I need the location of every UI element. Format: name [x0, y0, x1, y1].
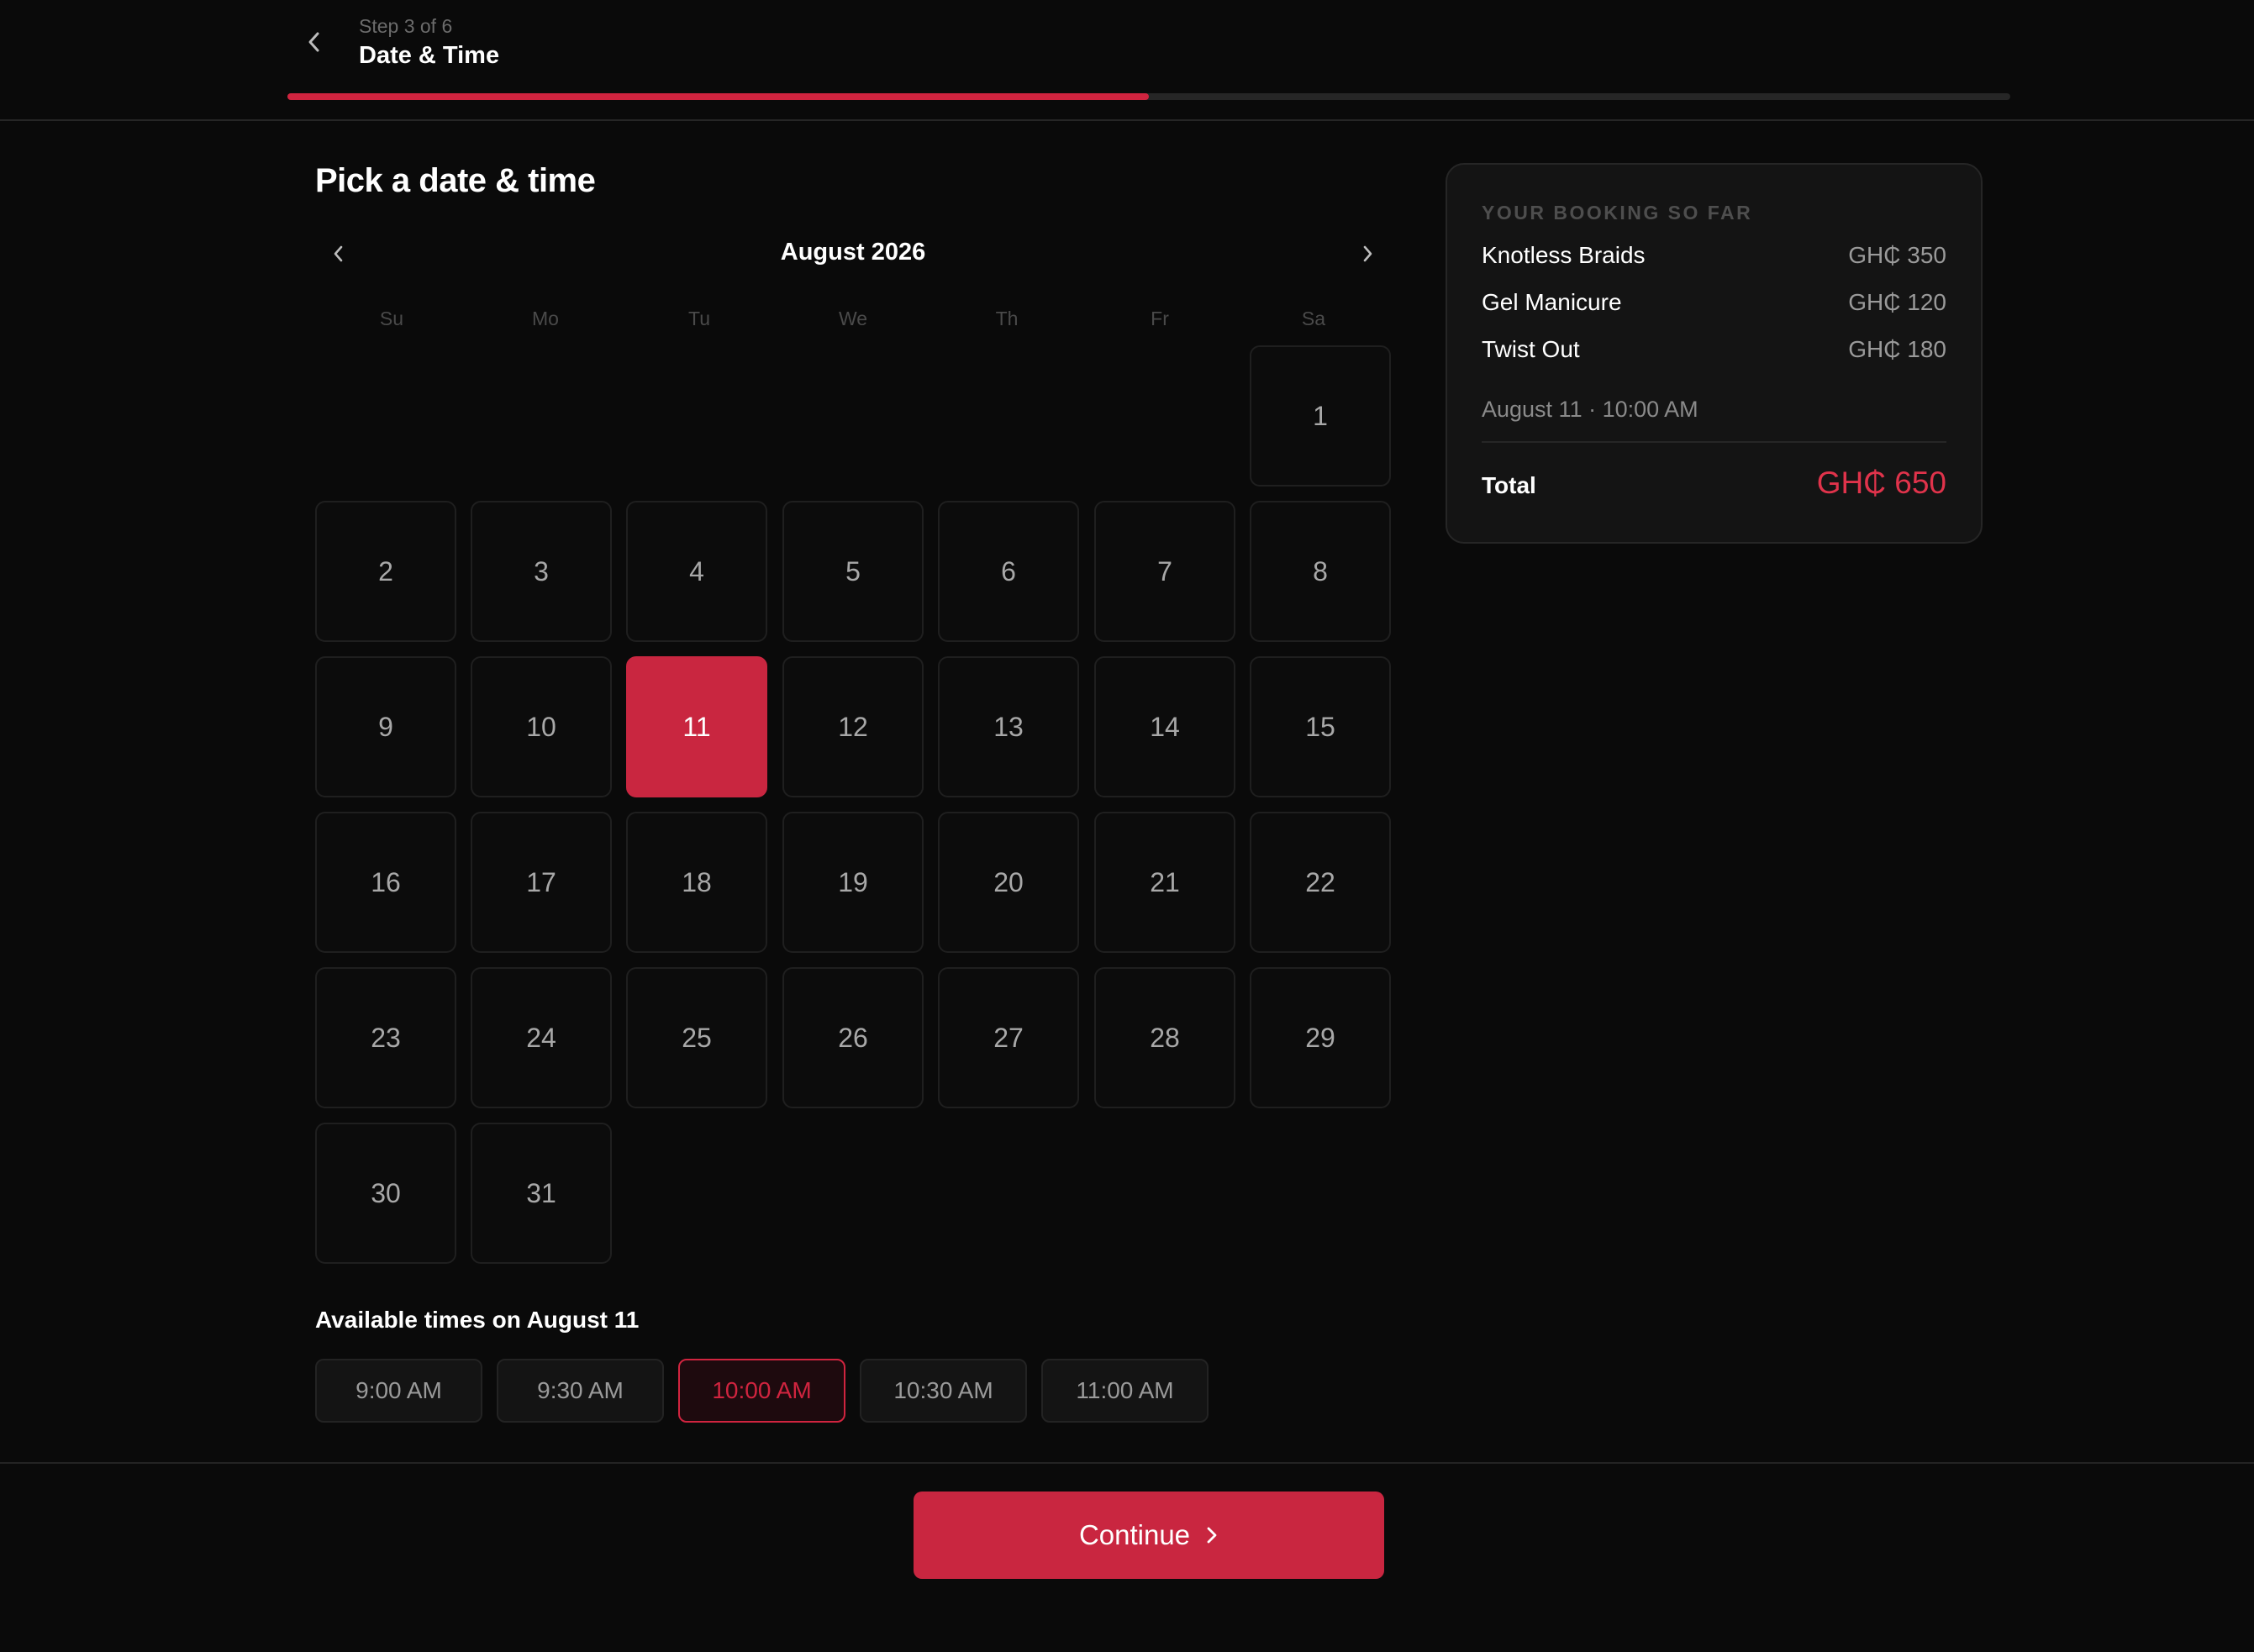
- calendar-day[interactable]: 13: [938, 656, 1079, 797]
- step-indicator: Step 3 of 6: [359, 15, 453, 37]
- summary-item-name: Gel Manicure: [1482, 289, 1622, 315]
- weekday-label: We: [838, 308, 868, 329]
- calendar-day[interactable]: 29: [1250, 967, 1391, 1108]
- summary-item-name: Twist Out: [1482, 336, 1580, 362]
- summary-item: Gel Manicure GH₵ 120: [1482, 289, 1946, 323]
- summary-item-price: GH₵ 180: [1848, 336, 1946, 362]
- time-slot-selected[interactable]: 10:00 AM: [678, 1359, 845, 1423]
- calendar-day[interactable]: 1: [1250, 345, 1391, 487]
- summary-divider: [1482, 441, 1946, 443]
- continue-label: Continue: [1078, 1519, 1191, 1550]
- chevron-right-icon: [1207, 1527, 1217, 1544]
- calendar-day[interactable]: 28: [1094, 967, 1235, 1108]
- calendar-day[interactable]: 30: [315, 1123, 456, 1264]
- available-times-title: Available times on August 11: [315, 1307, 640, 1333]
- calendar-day[interactable]: 25: [626, 967, 767, 1108]
- summary-item: Knotless Braids GH₵ 350: [1482, 242, 1946, 276]
- calendar-day[interactable]: 23: [315, 967, 456, 1108]
- prev-month-button[interactable]: [322, 237, 355, 271]
- calendar-day[interactable]: 7: [1094, 501, 1235, 642]
- calendar-day[interactable]: 14: [1094, 656, 1235, 797]
- step-title: Date & Time: [359, 42, 500, 69]
- calendar-day[interactable]: 15: [1250, 656, 1391, 797]
- chevron-left-icon: [308, 32, 319, 52]
- calendar-day[interactable]: 17: [471, 812, 612, 953]
- calendar-day[interactable]: 24: [471, 967, 612, 1108]
- time-slot[interactable]: 9:30 AM: [497, 1359, 664, 1423]
- calendar-day[interactable]: 9: [315, 656, 456, 797]
- weekday-label: Su: [379, 308, 404, 329]
- summary-item-name: Knotless Braids: [1482, 242, 1646, 268]
- calendar-day-selected[interactable]: 11: [626, 656, 767, 797]
- calendar-day[interactable]: 3: [471, 501, 612, 642]
- weekday-label: Mo: [532, 308, 559, 329]
- time-slot[interactable]: 9:00 AM: [315, 1359, 482, 1423]
- summary-item-price: GH₵ 350: [1848, 242, 1946, 268]
- calendar-day[interactable]: 16: [315, 812, 456, 953]
- summary-item: Twist Out GH₵ 180: [1482, 336, 1946, 370]
- summary-heading: YOUR BOOKING SO FAR: [1482, 202, 1753, 224]
- summary-item-price: GH₵ 120: [1848, 289, 1946, 315]
- calendar-day[interactable]: 31: [471, 1123, 612, 1264]
- top-bar: Step 3 of 6 Date & Time: [0, 0, 2254, 121]
- calendar-day[interactable]: 26: [782, 967, 924, 1108]
- calendar-day[interactable]: 10: [471, 656, 612, 797]
- calendar-day[interactable]: 22: [1250, 812, 1391, 953]
- progress-bar-fill: [287, 93, 1149, 100]
- back-button[interactable]: [299, 27, 329, 57]
- calendar-day[interactable]: 12: [782, 656, 924, 797]
- calendar-day[interactable]: 18: [626, 812, 767, 953]
- calendar-day[interactable]: 8: [1250, 501, 1391, 642]
- calendar-day[interactable]: 2: [315, 501, 456, 642]
- calendar-day[interactable]: 5: [782, 501, 924, 642]
- calendar-day[interactable]: 4: [626, 501, 767, 642]
- time-slot[interactable]: 10:30 AM: [860, 1359, 1027, 1423]
- next-month-button[interactable]: [1351, 237, 1384, 271]
- calendar-day[interactable]: 21: [1094, 812, 1235, 953]
- chevron-right-icon: [1363, 245, 1372, 262]
- calendar-day[interactable]: 6: [938, 501, 1079, 642]
- weekday-label: Tu: [688, 308, 710, 329]
- time-slot[interactable]: 11:00 AM: [1041, 1359, 1209, 1423]
- footer-divider: [0, 1462, 2254, 1464]
- calendar-day[interactable]: 20: [938, 812, 1079, 953]
- weekday-label: Fr: [1151, 308, 1169, 329]
- month-label: August 2026: [780, 239, 926, 266]
- continue-button[interactable]: Continue: [914, 1492, 1384, 1579]
- total-label: Total: [1482, 472, 1536, 498]
- progress-bar: [287, 93, 2010, 100]
- weekday-label: Sa: [1301, 308, 1326, 329]
- calendar-day[interactable]: 27: [938, 967, 1079, 1108]
- summary-datetime: August 11 · 10:00 AM: [1482, 397, 1698, 422]
- weekday-label: Th: [995, 308, 1019, 329]
- total-value: GH₵ 650: [1816, 466, 1946, 500]
- page-title: Pick a date & time: [315, 162, 596, 199]
- calendar-day[interactable]: 19: [782, 812, 924, 953]
- booking-summary-card: YOUR BOOKING SO FAR Knotless Braids GH₵ …: [1446, 163, 1983, 544]
- chevron-left-icon: [334, 245, 343, 262]
